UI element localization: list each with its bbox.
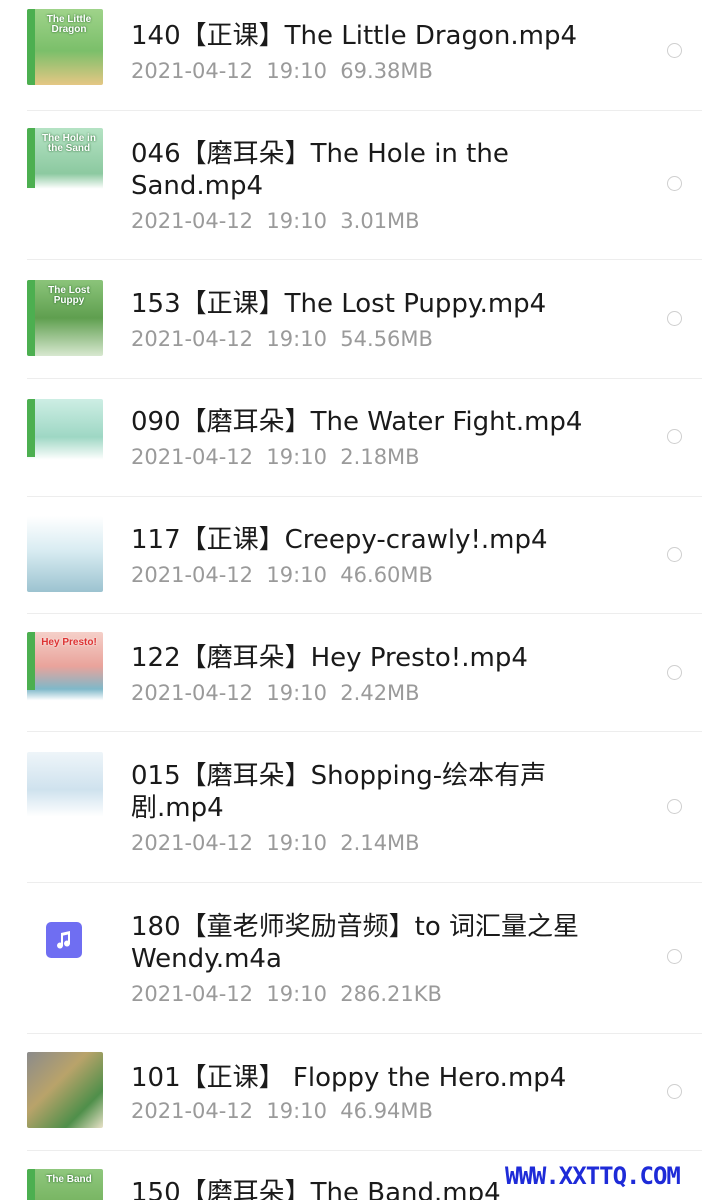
select-radio[interactable] (667, 429, 682, 444)
file-name: 153【正课】The Lost Puppy.mp4 (131, 289, 547, 319)
video-thumbnail: The Lost Puppy (27, 280, 103, 356)
list-item[interactable]: Hey Presto! 122【磨耳朵】Hey Presto!.mp4 2021… (0, 614, 702, 731)
file-name: 101【正课】 Floppy the Hero.mp4 (131, 1063, 567, 1093)
music-note-icon (46, 922, 82, 958)
select-radio[interactable] (667, 1084, 682, 1099)
file-name: 140【正课】The Little Dragon.mp4 (131, 21, 577, 51)
list-item[interactable]: 090【磨耳朵】The Water Fight.mp4 2021-04-12 1… (0, 379, 702, 496)
file-meta: 2021-04-12 19:10 46.60MB (131, 563, 433, 587)
file-meta: 2021-04-12 19:10 69.38MB (131, 59, 433, 83)
file-name: 122【磨耳朵】Hey Presto!.mp4 (131, 643, 528, 673)
file-meta: 2021-04-12 19:10 2.14MB (131, 831, 420, 855)
list-item[interactable]: The Hole in the Sand 046【磨耳朵】The Hole in… (0, 111, 702, 259)
video-thumbnail (27, 399, 103, 475)
video-thumbnail (27, 516, 103, 592)
file-meta: 2021-04-12 19:10 2.18MB (131, 445, 420, 469)
select-radio[interactable] (667, 311, 682, 326)
video-thumbnail (27, 752, 103, 828)
watermark: WWW.XXTTQ.COM (505, 1162, 681, 1190)
file-name: 046【磨耳朵】The Hole in the Sand.mp4 (131, 139, 509, 201)
list-item[interactable]: 101【正课】 Floppy the Hero.mp4 2021-04-12 1… (0, 1034, 702, 1150)
list-item[interactable]: 015【磨耳朵】Shopping-绘本有声剧.mp4 2021-04-12 19… (0, 732, 702, 882)
file-meta: 2021-04-12 19:10 46.94MB (131, 1099, 433, 1123)
video-thumbnail: The Little Dragon (27, 9, 103, 85)
file-meta: 2021-04-12 19:10 286.21KB (131, 982, 442, 1006)
list-item[interactable]: The Lost Puppy 153【正课】The Lost Puppy.mp4… (0, 260, 702, 378)
list-item[interactable]: 180【童老师奖励音频】to 词汇量之星 Wendy.m4a 2021-04-1… (0, 883, 702, 1033)
file-name: 090【磨耳朵】The Water Fight.mp4 (131, 407, 583, 437)
video-thumbnail: The Band (27, 1169, 103, 1200)
video-thumbnail (27, 1052, 103, 1128)
list-item[interactable]: The Little Dragon 140【正课】The Little Drag… (0, 0, 702, 110)
select-radio[interactable] (667, 176, 682, 191)
video-thumbnail: The Hole in the Sand (27, 128, 103, 204)
select-radio[interactable] (667, 949, 682, 964)
file-name: 117【正课】Creepy-crawly!.mp4 (131, 525, 548, 555)
file-name: 015【磨耳朵】Shopping-绘本有声剧.mp4 (131, 761, 547, 823)
select-radio[interactable] (667, 547, 682, 562)
file-meta: 2021-04-12 19:10 3.01MB (131, 209, 420, 233)
select-radio[interactable] (667, 43, 682, 58)
select-radio[interactable] (667, 665, 682, 680)
video-thumbnail: Hey Presto! (27, 632, 103, 708)
file-meta: 2021-04-12 19:10 54.56MB (131, 327, 433, 351)
list-item[interactable]: 117【正课】Creepy-crawly!.mp4 2021-04-12 19:… (0, 497, 702, 613)
select-radio[interactable] (667, 799, 682, 814)
file-meta: 2021-04-12 19:10 2.42MB (131, 681, 420, 705)
file-name: 180【童老师奖励音频】to 词汇量之星 Wendy.m4a (131, 912, 579, 974)
